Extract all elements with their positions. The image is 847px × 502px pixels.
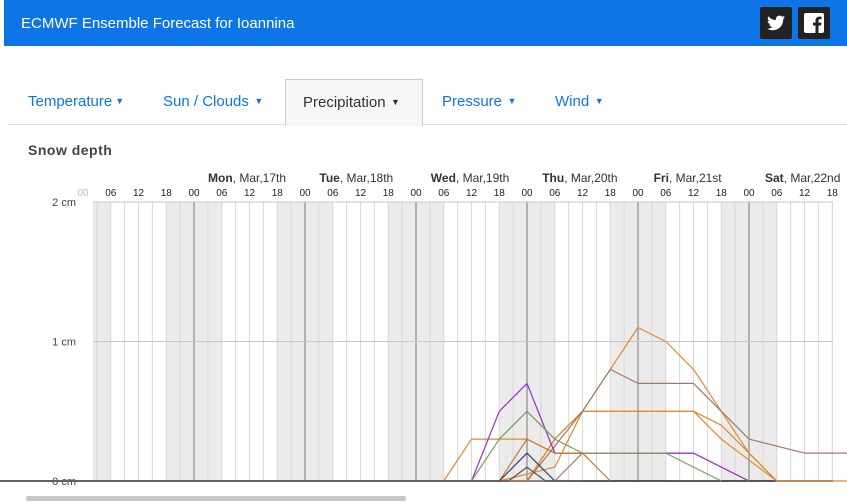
caret-down-icon: ▼ [251, 96, 264, 106]
tab-temperature[interactable]: Temperature ▼ [28, 79, 124, 125]
day-label: Wed, Mar,19th [431, 171, 510, 185]
hour-tick-label: 06 [216, 188, 228, 199]
hour-tick-label: 00 [410, 188, 422, 199]
tab-label: Temperature [28, 93, 113, 110]
hour-tick-label: 18 [827, 188, 839, 199]
hour-tick-label: 12 [133, 188, 145, 199]
hour-tick-label: 12 [577, 188, 589, 199]
hour-tick-label: 06 [660, 188, 672, 199]
hour-tick-label: 18 [272, 188, 284, 199]
hour-tick-label: 06 [105, 188, 117, 199]
hour-tick-label: 18 [161, 188, 173, 199]
twitter-icon [767, 15, 786, 31]
hour-tick-label: 00 [632, 188, 644, 199]
hour-tick-label: 18 [716, 188, 728, 199]
y-tick-label: 1 cm [52, 337, 76, 349]
hour-tick-label: 18 [383, 188, 395, 199]
twitter-button[interactable] [760, 7, 792, 39]
tab-wind[interactable]: Wind ▼ [555, 79, 604, 125]
y-tick-label: 2 cm [52, 197, 76, 209]
tab-sun-clouds[interactable]: Sun / Clouds ▼ [163, 79, 263, 125]
chart-title: Snow depth [28, 142, 113, 158]
day-label: Mon, Mar,17th [208, 171, 286, 185]
hour-tick-label: 06 [549, 188, 561, 199]
hour-tick-label: 12 [688, 188, 700, 199]
tab-precipitation[interactable]: Precipitation ▼ [285, 79, 423, 126]
page-title: ECMWF Ensemble Forecast for Ioannina [21, 15, 295, 32]
tab-bar: Temperature ▼ Sun / Clouds ▼ Precipitatio… [8, 79, 847, 126]
day-label: Sat, Mar,22nd [765, 171, 840, 185]
snow-depth-chart: 0 cm1 cm2 cm00 06 12 18 00 06 12 18 00 06 12 18 00 06… [0, 171, 847, 488]
hour-tick-label: 12 [355, 188, 367, 199]
caret-down-icon: ▼ [505, 96, 517, 106]
facebook-icon [804, 13, 824, 33]
hour-tick-label: 12 [244, 188, 256, 199]
facebook-button[interactable] [798, 7, 830, 39]
tab-label: Wind [555, 93, 590, 110]
hour-tick-label: 00 [188, 188, 200, 199]
day-label: Thu, Mar,20th [542, 171, 617, 185]
hour-tick-label: 06 [771, 188, 783, 199]
caret-down-icon: ▼ [388, 97, 400, 107]
hour-tick-label: 00 [521, 188, 533, 199]
hour-tick-label: 06 [438, 188, 450, 199]
hour-tick-label: 00 [743, 188, 755, 199]
tab-label: Sun / Clouds [163, 93, 249, 110]
hour-tick-label: 00 [77, 188, 89, 199]
caret-down-icon: ▼ [592, 96, 604, 106]
y-tick-label: 0 cm [52, 476, 76, 488]
caret-down-icon: ▼ [115, 96, 125, 106]
hour-tick-label: 18 [605, 188, 617, 199]
hour-tick-label: 06 [327, 188, 339, 199]
horizontal-scrollbar[interactable] [26, 496, 406, 501]
tab-label: Precipitation [303, 94, 386, 111]
tab-label: Pressure [442, 93, 503, 110]
hour-tick-label: 12 [466, 188, 478, 199]
hour-tick-label: 18 [494, 188, 506, 199]
header-bar: ECMWF Ensemble Forecast for Ioannina [4, 0, 847, 46]
hour-tick-label: 12 [799, 188, 811, 199]
tab-pressure[interactable]: Pressure ▼ [442, 79, 516, 125]
day-label: Tue, Mar,18th [319, 171, 393, 185]
hour-tick-label: 00 [299, 188, 311, 199]
day-label: Fri, Mar,21st [654, 171, 723, 185]
